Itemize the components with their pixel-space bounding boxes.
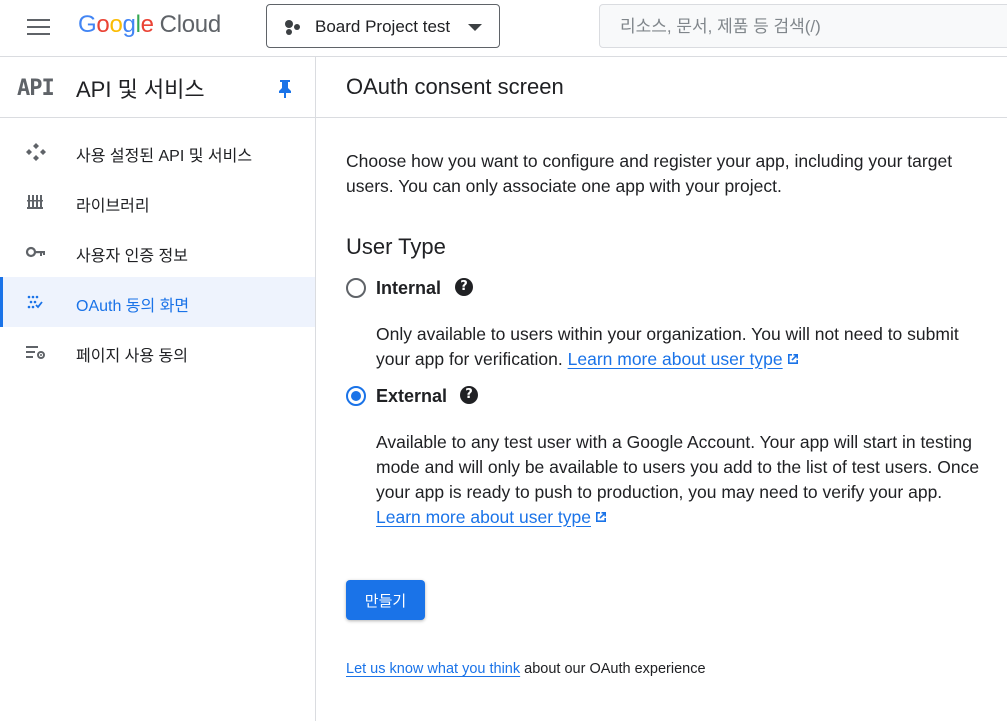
project-hierarchy-icon	[285, 20, 300, 35]
sidebar-item-label: 사용자 인증 정보	[76, 248, 188, 265]
sidebar-header: API API 및 서비스	[0, 57, 315, 118]
pin-icon[interactable]	[276, 79, 294, 99]
oauth-consent-icon	[27, 295, 43, 309]
external-link-icon[interactable]	[786, 352, 800, 366]
internal-description: Only available to users within your orga…	[376, 324, 959, 369]
page-usage-agreement-icon	[26, 346, 45, 359]
google-cloud-logo[interactable]: Google Cloud	[78, 11, 221, 39]
external-label[interactable]: External	[376, 386, 447, 407]
feedback-link[interactable]: Let us know what you think	[346, 661, 520, 677]
create-button[interactable]: 만들기	[346, 580, 425, 620]
main-header: OAuth consent screen	[316, 57, 1007, 118]
sidebar: API API 및 서비스 사용 설정된 API 및 서비스 라이브러리 사용자…	[0, 57, 316, 721]
user-type-title: User Type	[346, 234, 446, 259]
sidebar-item-label: OAuth 동의 화면	[76, 298, 190, 315]
sidebar-item-library[interactable]: 라이브러리	[0, 177, 315, 227]
search-input[interactable]	[620, 15, 1000, 39]
external-help-icon[interactable]: ?	[460, 386, 478, 404]
sidebar-item-label: 라이브러리	[76, 198, 150, 215]
external-radio[interactable]	[346, 386, 366, 406]
sidebar-item-oauth-consent[interactable]: OAuth 동의 화면	[0, 277, 315, 327]
internal-label[interactable]: Internal	[376, 278, 441, 299]
sidebar-item-page-usage-agreement[interactable]: 페이지 사용 동의	[0, 327, 315, 377]
project-selector[interactable]: Board Project test	[266, 4, 500, 48]
project-name: Board Project test	[315, 17, 451, 36]
intro-text: Choose how you want to configure and reg…	[346, 151, 953, 196]
learn-more-link[interactable]: Learn more about user type	[376, 507, 591, 527]
sidebar-title: API 및 서비스	[76, 77, 205, 102]
sidebar-item-credentials[interactable]: 사용자 인증 정보	[0, 227, 315, 277]
api-badge-icon: API	[17, 76, 55, 101]
top-bar: Google Cloud Board Project test	[0, 0, 1007, 57]
library-icon	[27, 195, 43, 209]
page-title: OAuth consent screen	[346, 74, 564, 99]
internal-radio[interactable]	[346, 278, 366, 298]
internal-help-icon[interactable]: ?	[455, 278, 473, 296]
sidebar-item-label: 사용 설정된 API 및 서비스	[76, 148, 253, 165]
enabled-apis-icon	[26, 143, 46, 161]
external-description: Available to any test user with a Google…	[376, 432, 980, 527]
hamburger-menu-icon[interactable]	[27, 17, 51, 37]
learn-more-link[interactable]: Learn more about user type	[568, 349, 783, 369]
search-bar[interactable]	[599, 4, 1007, 48]
main-content: OAuth consent screen Choose how you want…	[316, 57, 1007, 721]
chevron-down-icon	[468, 24, 482, 31]
sidebar-item-enabled-apis[interactable]: 사용 설정된 API 및 서비스	[0, 127, 315, 177]
sidebar-nav: 사용 설정된 API 및 서비스 라이브러리 사용자 인증 정보 OAuth 동…	[0, 127, 315, 377]
key-icon	[25, 246, 45, 258]
sidebar-item-label: 페이지 사용 동의	[76, 348, 188, 365]
external-link-icon[interactable]	[594, 510, 608, 524]
feedback-text: Let us know what you think about our OAu…	[346, 661, 706, 677]
